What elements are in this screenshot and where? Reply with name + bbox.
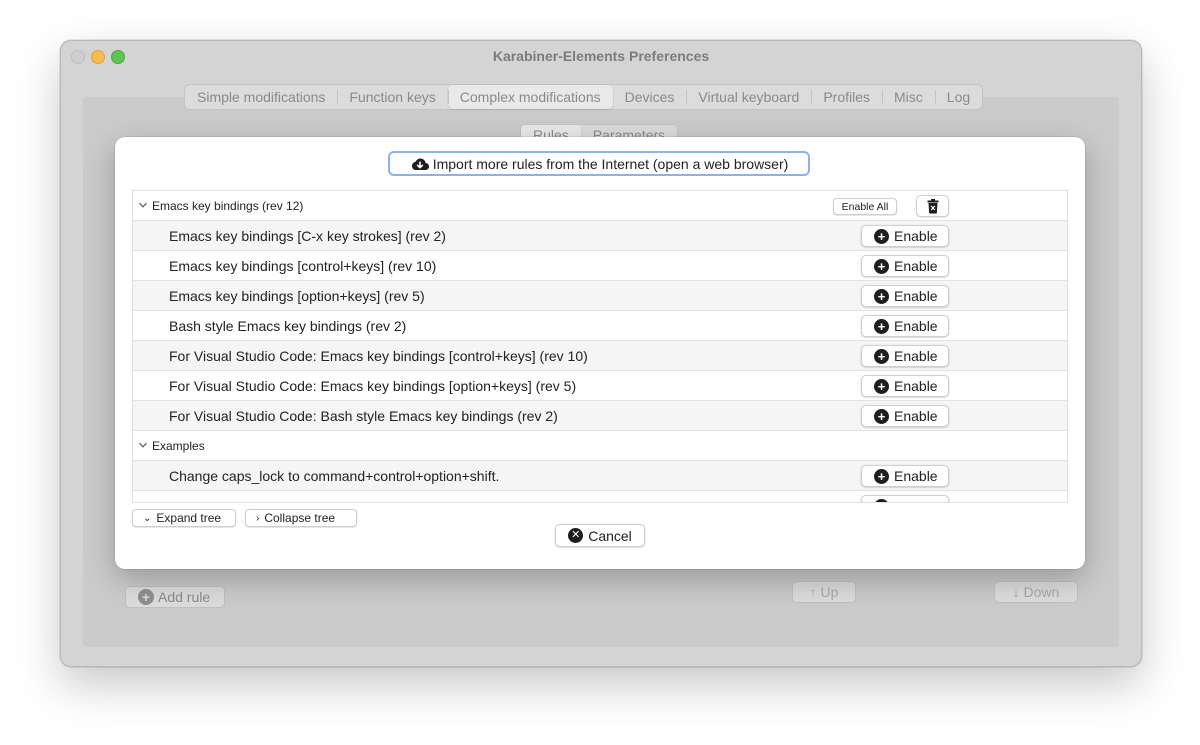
enable-rule-button[interactable]: + Enable	[861, 285, 949, 307]
group-title: Emacs key bindings (rev 12)	[152, 199, 304, 213]
rule-label: Emacs key bindings [option+keys] (rev 5)	[169, 288, 425, 304]
rule-row: Emacs key bindings [option+keys] (rev 5)…	[133, 281, 1067, 311]
enable-label: Enable	[894, 228, 938, 244]
tab-misc[interactable]: Misc	[882, 85, 935, 109]
enable-label: Enable	[894, 318, 938, 334]
rule-label: Change caps_lock to command+control+opti…	[169, 468, 500, 484]
enable-label: Enable	[894, 378, 938, 394]
add-rule-label: Add rule	[158, 589, 211, 605]
enable-rule-button[interactable]: + Enable	[861, 465, 949, 487]
rule-row: Change caps_lock to command+control+opti…	[133, 461, 1067, 491]
add-rule-button[interactable]: + Add rule	[125, 586, 225, 608]
expand-tree-button[interactable]: ⌄ Expand tree	[132, 509, 236, 527]
import-rules-sheet: Import more rules from the Internet (ope…	[115, 137, 1085, 569]
chevron-down-icon[interactable]	[138, 440, 148, 450]
rule-row: For Visual Studio Code: Emacs key bindin…	[133, 341, 1067, 371]
import-rules-label: Import more rules from the Internet (ope…	[432, 155, 789, 172]
rule-label: Emacs key bindings [C-x key strokes] (re…	[169, 228, 446, 244]
rule-group-header[interactable]: Examples	[133, 431, 1067, 461]
enable-all-button[interactable]: Enable All	[833, 198, 897, 215]
expand-tree-label: Expand tree	[156, 511, 222, 525]
cancel-label: Cancel	[588, 527, 632, 544]
rule-label: For Visual Studio Code: Emacs key bindin…	[169, 348, 588, 364]
window-title: Karabiner-Elements Preferences	[492, 48, 710, 64]
chevron-down-icon: ⌄	[143, 512, 152, 524]
rule-label: Emacs key bindings [control+keys] (rev 1…	[169, 258, 437, 274]
rule-row: Emacs key bindings [control+keys] (rev 1…	[133, 251, 1067, 281]
move-up-button[interactable]: ↑ Up	[792, 581, 856, 603]
enable-label: Enable	[894, 258, 938, 274]
rule-group-header[interactable]: Emacs key bindings (rev 12) Enable All	[133, 191, 1067, 221]
enable-rule-button[interactable]: + Enable	[861, 345, 949, 367]
collapse-tree-label: Collapse tree	[264, 511, 336, 525]
move-down-button[interactable]: ↓ Down	[994, 581, 1078, 603]
plus-circle-icon: +	[874, 348, 889, 364]
enable-rule-button[interactable]: + Enable	[861, 225, 949, 247]
plus-circle-icon: +	[874, 258, 889, 274]
rule-label: Bash style Emacs key bindings (rev 2)	[169, 318, 407, 334]
plus-circle-icon: +	[874, 468, 889, 484]
chevron-down-icon[interactable]	[138, 200, 148, 210]
tab-devices[interactable]: Devices	[613, 85, 687, 109]
enable-rule-button[interactable]: + Enable	[861, 405, 949, 427]
plus-circle-icon: +	[138, 589, 154, 605]
plus-circle-icon: +	[874, 288, 889, 304]
enable-rule-button[interactable]: + Enable	[861, 255, 949, 277]
cancel-button[interactable]: ✕ Cancel	[555, 524, 645, 547]
tab-function-keys[interactable]: Function keys	[337, 85, 447, 109]
cloud-download-icon	[411, 157, 429, 170]
rule-row: For Visual Studio Code: Bash style Emacs…	[133, 401, 1067, 431]
enable-label: Enable	[894, 468, 938, 484]
enable-label: Enable	[894, 408, 938, 424]
rule-row-partial: +	[133, 491, 1067, 502]
enable-rule-button[interactable]: + Enable	[861, 375, 949, 397]
group-title: Examples	[152, 439, 205, 453]
tab-log[interactable]: Log	[934, 85, 982, 109]
trash-icon	[927, 198, 938, 213]
plus-circle-icon: +	[874, 228, 889, 244]
tab-profiles[interactable]: Profiles	[811, 85, 882, 109]
import-rules-button[interactable]: Import more rules from the Internet (ope…	[388, 151, 810, 176]
chevron-right-icon: ›	[256, 512, 260, 524]
rule-row: Bash style Emacs key bindings (rev 2) + E…	[133, 311, 1067, 341]
collapse-tree-button[interactable]: › Collapse tree	[245, 509, 357, 527]
delete-group-button[interactable]	[916, 195, 949, 217]
main-tab-bar: Simple modifications Function keys Compl…	[184, 84, 984, 110]
rules-list: Emacs key bindings (rev 12) Enable All E…	[132, 190, 1068, 503]
plus-circle-icon: +	[874, 378, 889, 394]
plus-circle-icon: +	[874, 408, 889, 424]
enable-label: Enable	[894, 288, 938, 304]
rule-label: For Visual Studio Code: Bash style Emacs…	[169, 408, 558, 424]
tab-simple-modifications[interactable]: Simple modifications	[185, 85, 337, 109]
rule-row: For Visual Studio Code: Emacs key bindin…	[133, 371, 1067, 401]
title-bar: Karabiner-Elements Preferences	[61, 41, 1141, 71]
x-circle-icon: ✕	[568, 528, 584, 543]
enable-rule-button[interactable]: +	[861, 495, 949, 502]
rule-row: Emacs key bindings [C-x key strokes] (re…	[133, 221, 1067, 251]
tab-complex-modifications[interactable]: Complex modifications	[447, 85, 613, 109]
rule-label: For Visual Studio Code: Emacs key bindin…	[169, 378, 577, 394]
enable-rule-button[interactable]: + Enable	[861, 315, 949, 337]
tab-virtual-keyboard[interactable]: Virtual keyboard	[686, 85, 811, 109]
plus-circle-icon: +	[874, 498, 889, 502]
plus-circle-icon: +	[874, 318, 889, 334]
enable-label: Enable	[894, 348, 938, 364]
